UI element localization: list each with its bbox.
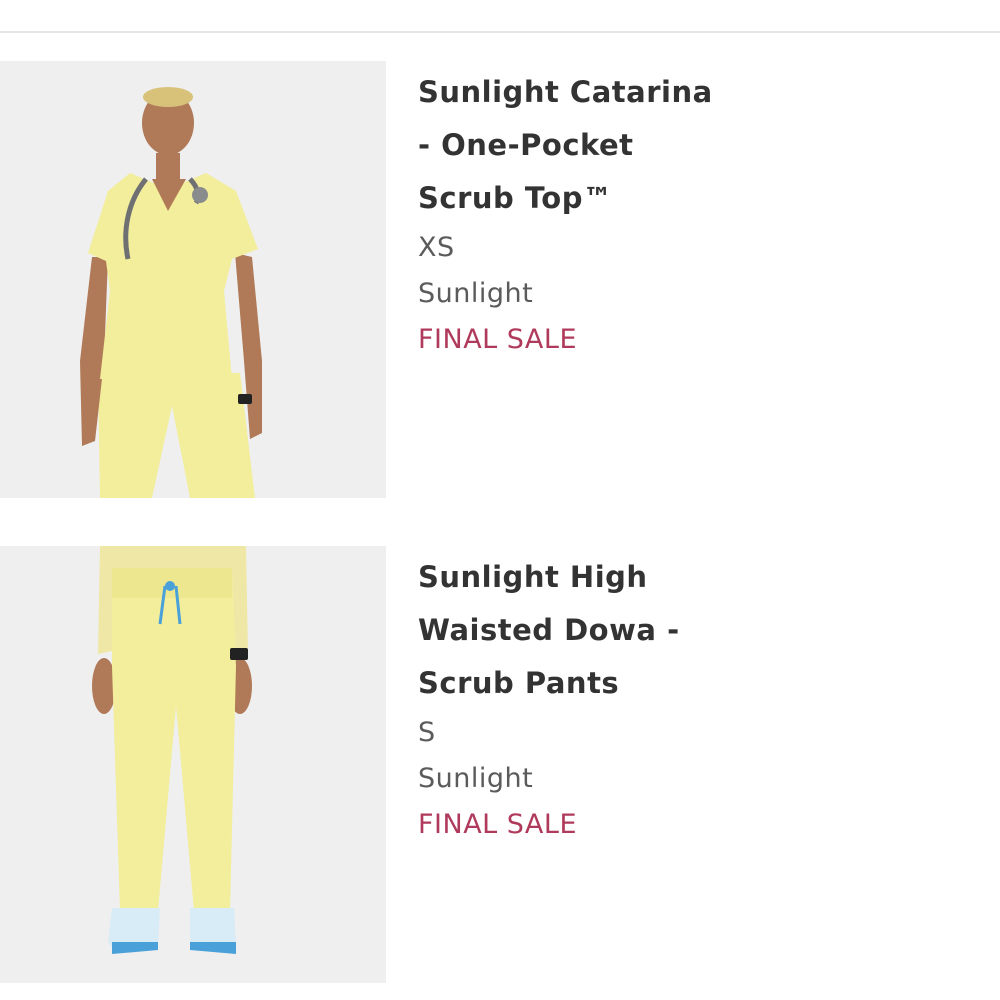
product-title[interactable]: Sunlight Catarina - One-Pocket Scrub Top… xyxy=(418,66,978,225)
top-divider xyxy=(0,31,1000,33)
product-photo-scrub-top-icon xyxy=(0,61,386,498)
product-title[interactable]: Sunlight High Waisted Dowa - Scrub Pants xyxy=(418,551,978,710)
item-info: Sunlight High Waisted Dowa - Scrub Pants… xyxy=(418,551,978,848)
product-color: Sunlight xyxy=(418,763,534,794)
product-photo-scrub-pants-icon xyxy=(0,546,386,983)
product-title-line: Scrub Pants xyxy=(418,666,620,700)
product-color: Sunlight xyxy=(418,278,534,309)
item-info: Sunlight Catarina - One-Pocket Scrub Top… xyxy=(418,66,978,363)
product-title-line: - One-Pocket xyxy=(418,128,634,162)
final-sale-badge: FINAL SALE xyxy=(418,809,577,840)
product-title-line: Sunlight High xyxy=(418,560,648,594)
product-title-line: Scrub Top™ xyxy=(418,181,613,215)
final-sale-badge: FINAL SALE xyxy=(418,324,577,355)
product-image-scrub-pants[interactable] xyxy=(0,546,386,983)
cart-item: Sunlight Catarina - One-Pocket Scrub Top… xyxy=(0,61,1000,498)
product-size: S xyxy=(418,717,436,748)
product-image-scrub-top[interactable] xyxy=(0,61,386,498)
product-title-line: Waisted Dowa - xyxy=(418,613,680,647)
product-title-line: Sunlight Catarina xyxy=(418,75,713,109)
product-size: XS xyxy=(418,232,455,263)
cart-page: Sunlight Catarina - One-Pocket Scrub Top… xyxy=(0,0,1000,1000)
cart-item: Sunlight High Waisted Dowa - Scrub Pants… xyxy=(0,546,1000,983)
